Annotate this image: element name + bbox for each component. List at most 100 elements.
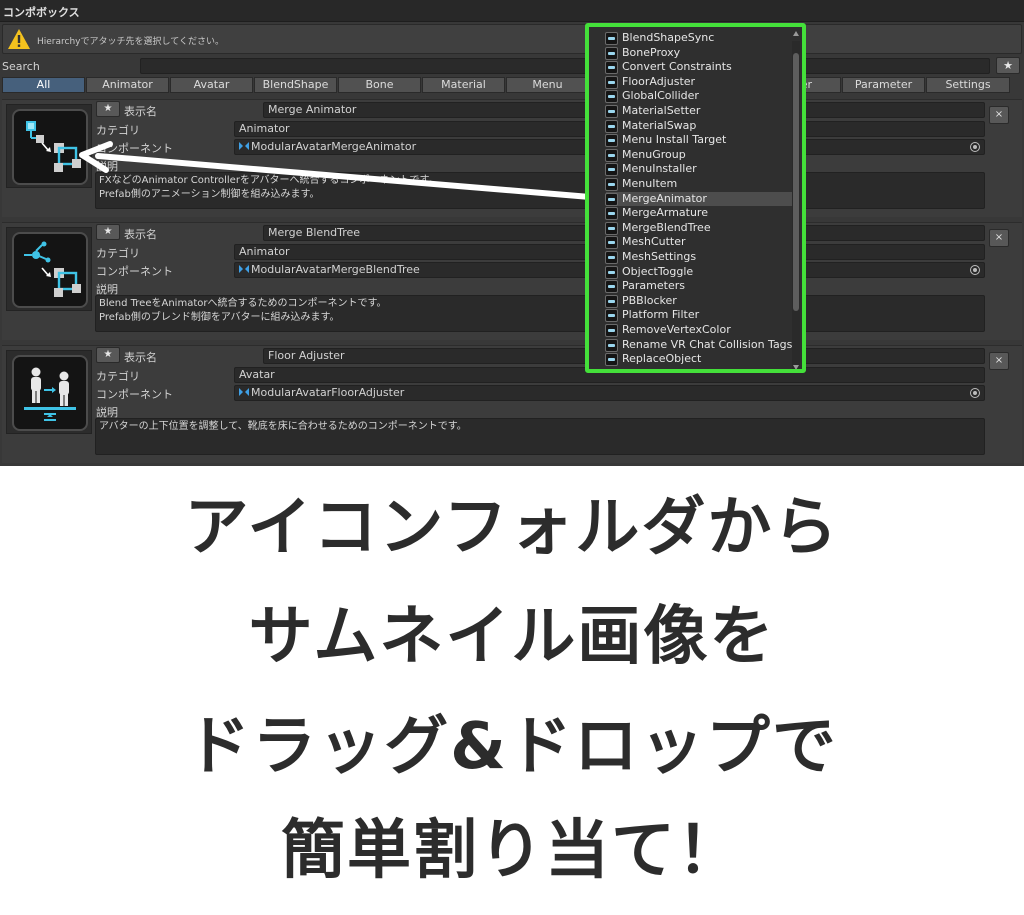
scroll-down-icon[interactable] (793, 365, 799, 369)
merge-blendtree-icon (12, 232, 88, 308)
tab-all[interactable]: All (2, 77, 85, 93)
icon-file-label: Menu Install Target (622, 133, 727, 147)
icon-file-label: MeshSettings (622, 250, 697, 263)
scroll-up-icon[interactable] (793, 31, 799, 36)
tab-material[interactable]: Material (422, 77, 505, 93)
warning-icon (8, 29, 30, 49)
icon-file-label: GlobalCollider (622, 89, 699, 103)
image-thumbnail-icon (605, 75, 618, 89)
icon-file-item[interactable]: Platform Filter (605, 308, 792, 323)
icon-file-item[interactable]: ReplaceObject (605, 352, 792, 367)
icon-file-item[interactable]: MaterialSwap (605, 118, 792, 134)
icon-file-item[interactable]: MergeAnimator (605, 191, 792, 207)
search-input[interactable] (140, 58, 990, 74)
image-thumbnail-icon (605, 251, 618, 264)
image-thumbnail-icon (605, 338, 618, 352)
icon-file-item[interactable]: RemoveVertexColor (605, 323, 792, 338)
icon-file-label: ObjectToggle (622, 264, 694, 278)
icon-file-label: FloorAdjuster (622, 74, 696, 88)
icon-file-item[interactable]: ObjectToggle (605, 264, 792, 280)
image-thumbnail-icon (605, 134, 618, 148)
search-row: Search ★ (0, 56, 1024, 76)
icon-file-item[interactable]: MaterialSetter (605, 104, 792, 119)
icon-file-item[interactable]: MergeArmature (605, 206, 792, 221)
favorite-toggle-button[interactable]: ★ (96, 101, 120, 117)
icon-file-label: MeshCutter (622, 235, 686, 249)
icon-file-label: MaterialSwap (622, 118, 697, 132)
component-object-field[interactable]: ModularAvatarFloorAdjuster (234, 385, 985, 401)
caption-line: ドラッグ&ドロップで (186, 710, 838, 784)
thumbnail-slot[interactable] (6, 350, 92, 434)
tab-avatar[interactable]: Avatar (170, 77, 253, 93)
remove-entry-button[interactable]: × (989, 106, 1009, 124)
tab-menu[interactable]: Menu (506, 77, 589, 93)
icon-file-item[interactable]: MergeBlendTree (605, 220, 792, 236)
component-label: コンポーネント (96, 265, 173, 278)
description-field[interactable]: アバターの上下位置を調整して、靴底を床に合わせるためのコンポーネントです。 (95, 418, 985, 455)
image-thumbnail-icon (605, 46, 618, 60)
component-name: ModularAvatarFloorAdjuster (251, 386, 405, 399)
icon-file-item[interactable]: MeshSettings (605, 250, 792, 265)
scrollbar[interactable] (792, 41, 800, 369)
tab-blendshape[interactable]: BlendShape (254, 77, 337, 93)
window-title-bar: コンポボックス (0, 0, 1024, 22)
component-name: ModularAvatarMergeBlendTree (251, 263, 420, 276)
icon-file-item[interactable]: Convert Constraints (605, 60, 792, 75)
icon-file-label: Parameters (622, 279, 685, 293)
icon-file-item[interactable]: MenuInstaller (605, 162, 792, 177)
category-label: カテゴリ (96, 247, 140, 260)
icon-file-item[interactable]: Parameters (605, 279, 792, 294)
icon-file-item[interactable]: MeshCutter (605, 235, 792, 250)
icon-file-label: MergeAnimator (622, 191, 707, 205)
caption-line: サムネイル画像を (248, 600, 776, 674)
icon-file-item[interactable]: MenuGroup (605, 148, 792, 163)
icon-file-item[interactable]: BoneProxy (605, 46, 792, 61)
caption-line: 簡単割り当て！ (281, 814, 743, 888)
tab-parameter[interactable]: Parameter (842, 77, 925, 93)
favorite-toggle-button[interactable]: ★ (96, 224, 120, 240)
tab-settings[interactable]: Settings (926, 77, 1010, 93)
remove-entry-button[interactable]: × (989, 229, 1009, 247)
caption-panel: アイコンフォルダから サムネイル画像を ドラッグ&ドロップで 簡単割り当て！ (0, 466, 1024, 915)
object-picker-icon[interactable] (970, 142, 980, 152)
category-tabs: All Animator Avatar BlendShape Bone Mate… (0, 77, 1024, 94)
icon-file-label: MenuInstaller (622, 162, 697, 176)
icon-file-label: MergeBlendTree (622, 220, 711, 234)
icon-file-item[interactable]: FloorAdjuster (605, 74, 792, 90)
display-name-label: 表示名 (124, 105, 157, 118)
icon-folder-list: BlendShapeSync BoneProxy Convert Constrain… (585, 23, 806, 373)
script-icon (239, 388, 249, 396)
favorite-toggle-button[interactable]: ★ (96, 347, 120, 363)
tab-bone[interactable]: Bone (338, 77, 421, 93)
drag-arrow (79, 141, 605, 201)
category-label: カテゴリ (96, 124, 140, 137)
icon-file-label: Convert Constraints (622, 60, 732, 74)
icon-file-label: ReplaceObject (622, 352, 702, 366)
image-thumbnail-icon (605, 280, 618, 294)
remove-entry-button[interactable]: × (989, 352, 1009, 370)
thumbnail-slot[interactable] (6, 227, 92, 311)
image-thumbnail-icon (605, 32, 618, 45)
scrollbar-thumb[interactable] (793, 53, 799, 311)
icon-file-item[interactable]: BlendShapeSync (605, 31, 792, 46)
object-picker-icon[interactable] (970, 265, 980, 275)
floor-adjuster-icon (12, 355, 88, 431)
icon-file-label: MenuItem (622, 177, 678, 190)
icon-file-item[interactable]: Rename VR Chat Collision Tags (605, 338, 792, 353)
icon-file-item[interactable]: PBBlocker (605, 294, 792, 309)
favorite-filter-button[interactable]: ★ (996, 57, 1020, 74)
image-thumbnail-icon (605, 236, 618, 250)
description-field[interactable]: Blend TreeをAnimatorへ統合するためのコンポーネントです。 Pr… (95, 295, 985, 332)
tab-animator[interactable]: Animator (86, 77, 169, 93)
image-thumbnail-icon (605, 90, 618, 104)
image-thumbnail-icon (605, 294, 618, 308)
icon-file-item[interactable]: GlobalCollider (605, 89, 792, 104)
warning-helpbox: Hierarchyでアタッチ先を選択してください。 (2, 24, 1022, 54)
caption-line: アイコンフォルダから (184, 491, 840, 565)
object-picker-icon[interactable] (970, 388, 980, 398)
image-thumbnail-icon (605, 119, 618, 133)
icon-file-item[interactable]: Menu Install Target (605, 133, 792, 148)
image-thumbnail-icon (605, 148, 618, 162)
icon-file-item[interactable]: MenuItem (605, 177, 792, 192)
icon-file-label: Platform Filter (622, 308, 700, 322)
